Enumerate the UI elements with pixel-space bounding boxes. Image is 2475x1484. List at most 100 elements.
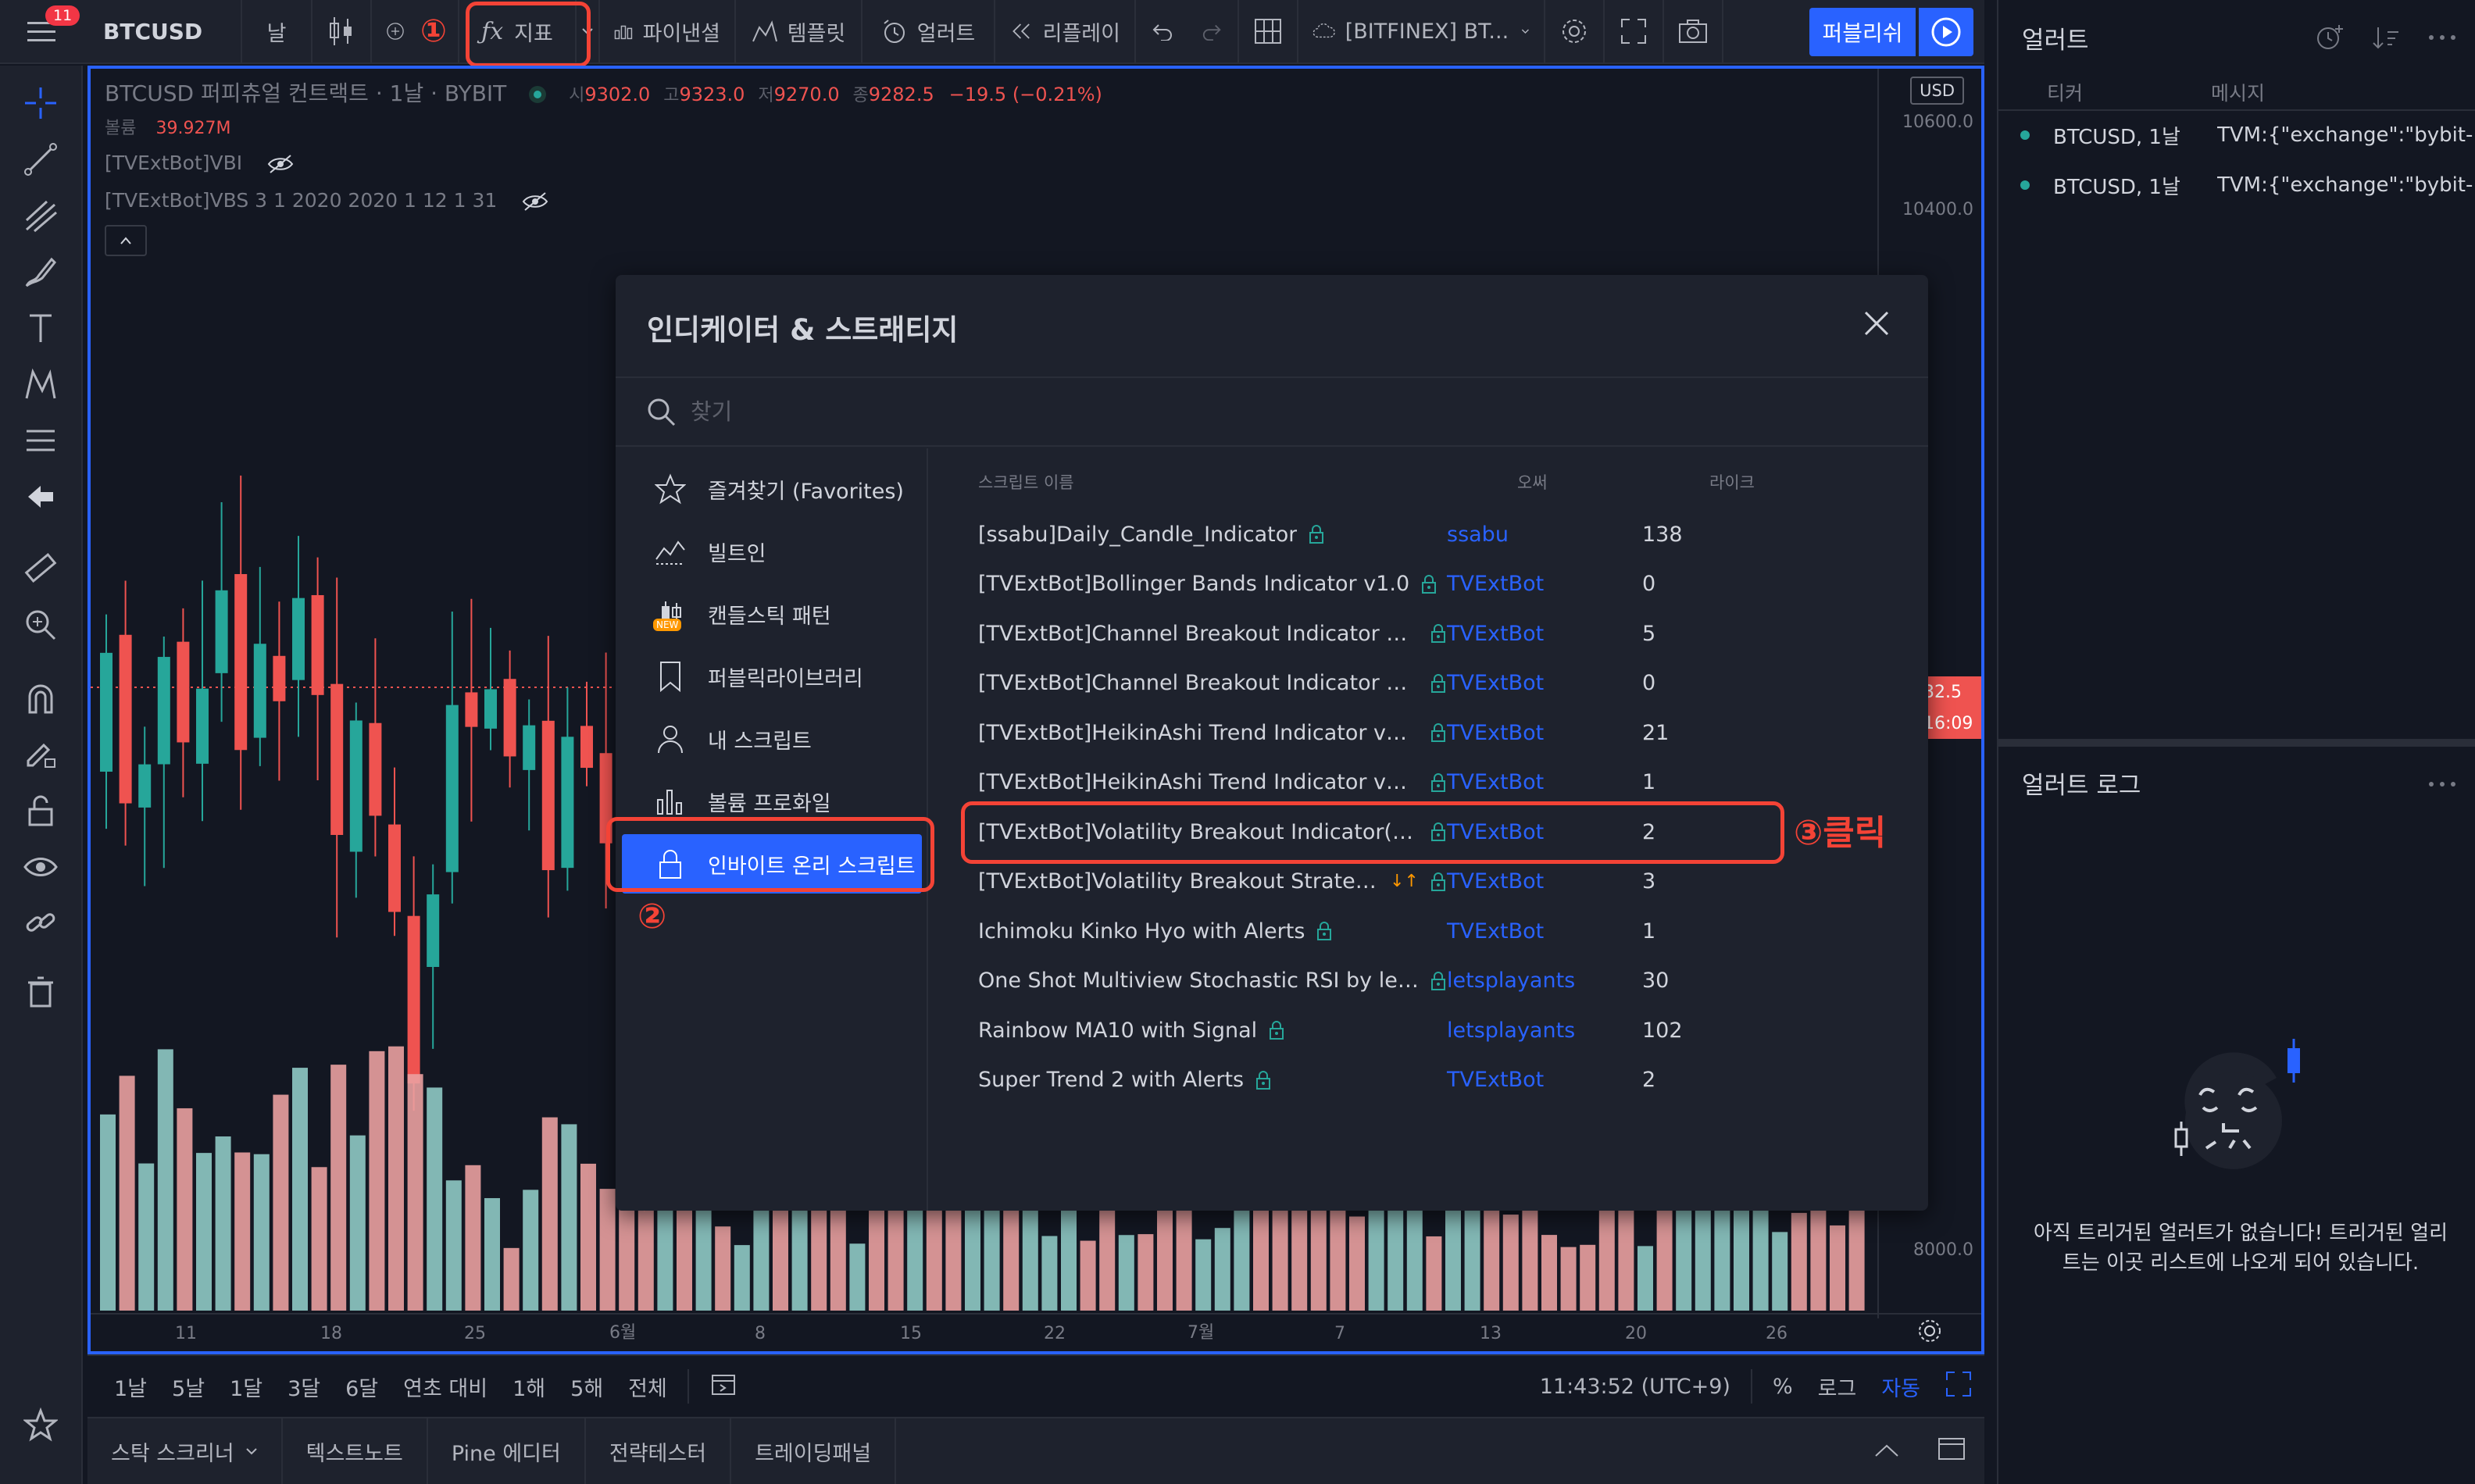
indicator-legend-2[interactable]: [TVExtBot]VBS 3 1 2020 2020 1 12 1 31 (105, 189, 548, 212)
tab-stock-screener[interactable]: 스탁 스크리너 (88, 1418, 283, 1484)
redo-button[interactable] (1188, 0, 1239, 63)
back-button[interactable] (20, 476, 61, 517)
alert-row[interactable]: BTCUSD, 1날 TVM:{"exchange":"bybit- (1998, 111, 2475, 159)
fullscreen-button[interactable] (1605, 0, 1664, 63)
tab-strategy-tester[interactable]: 전략테스터 (586, 1418, 732, 1484)
zoom-tool[interactable] (20, 605, 61, 645)
magnet-tool[interactable] (20, 678, 61, 719)
indicator-legend-1[interactable]: [TVExtBot]VBI (105, 152, 294, 174)
range-button[interactable]: 5해 (558, 1372, 616, 1402)
script-author[interactable]: letsplayants (1447, 969, 1642, 993)
tab-trading-panel[interactable]: 트레이딩패널 (731, 1418, 897, 1484)
tab-text-notes[interactable]: 텍스트노트 (283, 1418, 428, 1484)
sidebar-item-candlestick-patterns[interactable]: NEW 캔들스틱 패턴 (616, 584, 927, 644)
auto-scale-toggle[interactable]: 자동 (1869, 1372, 1933, 1402)
symbol-search-button[interactable]: BTCUSD (86, 0, 242, 63)
tab-pine-editor[interactable]: Pine 에디터 (428, 1418, 586, 1484)
script-author[interactable]: letsplayants (1447, 1018, 1642, 1043)
collapse-panel-button[interactable] (1855, 1439, 1919, 1464)
range-button[interactable]: 3달 (275, 1372, 333, 1402)
script-author[interactable]: TVExtBot (1447, 671, 1642, 695)
sidebar-item-my-scripts[interactable]: 내 스크립트 (616, 709, 927, 769)
stay-drawing-tool[interactable] (20, 734, 61, 775)
remove-drawings-tool[interactable] (20, 972, 61, 1012)
goto-date-button[interactable] (697, 1371, 750, 1403)
script-row[interactable]: Super Trend 2 with Alerts TVExtBot 2 (978, 1055, 1916, 1105)
favorites-tool[interactable] (20, 1404, 61, 1445)
fib-tool[interactable] (20, 195, 61, 236)
script-row[interactable]: Rainbow MA10 with Signal letsplayants 102 (978, 1005, 1916, 1055)
range-button[interactable]: 6달 (333, 1372, 391, 1402)
fit-screen-button[interactable] (1933, 1371, 1984, 1403)
panel-divider[interactable] (1998, 739, 2475, 747)
sync-drawings-tool[interactable] (20, 903, 61, 944)
publish-video-button[interactable] (1919, 8, 1973, 56)
script-author[interactable]: ssabu (1447, 523, 1642, 547)
trendline-tool[interactable] (20, 139, 61, 180)
percent-scale-toggle[interactable]: % (1760, 1375, 1805, 1399)
close-button[interactable] (1856, 303, 1897, 344)
script-author[interactable]: TVExtBot (1447, 770, 1642, 794)
script-row[interactable]: [TVExtBot]Bollinger Bands Indicator v1.0… (978, 559, 1916, 609)
snapshot-button[interactable] (1664, 0, 1723, 63)
script-author[interactable]: TVExtBot (1447, 919, 1642, 944)
axis-settings-button[interactable] (1916, 1317, 1947, 1348)
brush-tool[interactable] (20, 251, 61, 292)
eye-hidden-icon[interactable] (522, 191, 548, 212)
sidebar-item-public-library[interactable]: 퍼블릭라이브러리 (616, 647, 927, 706)
interval-button[interactable]: 날 (242, 0, 312, 63)
script-author[interactable]: TVExtBot (1447, 721, 1642, 745)
range-button[interactable]: 전체 (616, 1372, 680, 1402)
measure-tool[interactable] (20, 548, 61, 589)
compare-button[interactable] (372, 0, 419, 63)
script-row[interactable]: [TVExtBot]Volatility Breakout Strategy(B… (978, 857, 1916, 907)
more-icon[interactable] (2427, 779, 2458, 789)
chart-style-button[interactable] (312, 0, 372, 63)
templates-button[interactable]: 템플릿 (736, 0, 862, 63)
currency-badge[interactable]: USD (1910, 77, 1964, 105)
more-icon[interactable] (2427, 33, 2458, 42)
range-button[interactable]: 1날 (102, 1372, 159, 1402)
maximize-panel-button[interactable] (1919, 1437, 1984, 1466)
layout-selector[interactable]: [BITFINEX] BT... (1298, 0, 1545, 63)
script-author[interactable]: TVExtBot (1447, 572, 1642, 596)
clock-timezone[interactable]: 11:43:52 (UTC+9) (1527, 1375, 1743, 1399)
eye-hidden-icon[interactable] (267, 154, 294, 174)
search-input[interactable] (691, 398, 1784, 425)
script-row[interactable]: One Shot Multiview Stochastic RSI by let… (978, 956, 1916, 1006)
crosshair-tool[interactable] (20, 83, 61, 123)
settings-button[interactable] (1545, 0, 1605, 63)
script-author[interactable]: TVExtBot (1447, 622, 1642, 646)
range-button[interactable]: 연초 대비 (391, 1372, 500, 1402)
financials-button[interactable]: 파이낸셜 (600, 0, 736, 63)
script-row[interactable]: [ssabu]Daily_Candle_Indicator ssabu 138 (978, 509, 1916, 559)
alert-button[interactable]: 얼러트 (862, 0, 995, 63)
sidebar-item-favorites[interactable]: 즐겨찾기 (Favorites) (616, 459, 927, 519)
script-author[interactable]: TVExtBot (1447, 869, 1642, 894)
pattern-tool[interactable] (20, 364, 61, 405)
script-row[interactable]: [TVExtBot]Channel Breakout Indicator v1.… (978, 608, 1916, 658)
alert-row[interactable]: BTCUSD, 1날 TVM:{"exchange":"bybit- (1998, 161, 2475, 209)
range-button[interactable]: 1해 (500, 1372, 558, 1402)
lock-drawings-tool[interactable] (20, 790, 61, 831)
range-button[interactable]: 5날 (159, 1372, 217, 1402)
replay-button[interactable]: 리플레이 (995, 0, 1136, 63)
script-row[interactable]: [TVExtBot]HeikinAshi Trend Indicator v1.… (978, 708, 1916, 758)
prediction-tool[interactable] (20, 420, 61, 461)
undo-button[interactable] (1136, 0, 1188, 63)
layout-grid-button[interactable] (1239, 0, 1298, 63)
sort-icon[interactable] (2370, 24, 2402, 51)
script-row[interactable]: [TVExtBot]HeikinAshi Trend Indicator v1.… (978, 758, 1916, 808)
publish-button[interactable]: 퍼블리쉬 (1809, 8, 1916, 56)
log-scale-toggle[interactable]: 로그 (1805, 1372, 1870, 1402)
script-row[interactable]: Ichimoku Kinko Hyo with Alerts TVExtBot 1 (978, 906, 1916, 956)
collapse-legend-button[interactable] (105, 225, 147, 256)
sidebar-item-builtin[interactable]: 빌트인 (616, 522, 927, 581)
range-button[interactable]: 1달 (217, 1372, 275, 1402)
add-alert-icon[interactable] (2314, 22, 2345, 53)
script-author[interactable]: TVExtBot (1447, 1068, 1642, 1092)
text-tool[interactable] (20, 308, 61, 348)
hide-drawings-tool[interactable] (20, 847, 61, 887)
script-row[interactable]: [TVExtBot]Channel Breakout Indicator v2.… (978, 658, 1916, 708)
main-menu-button[interactable]: 11 (0, 0, 86, 63)
